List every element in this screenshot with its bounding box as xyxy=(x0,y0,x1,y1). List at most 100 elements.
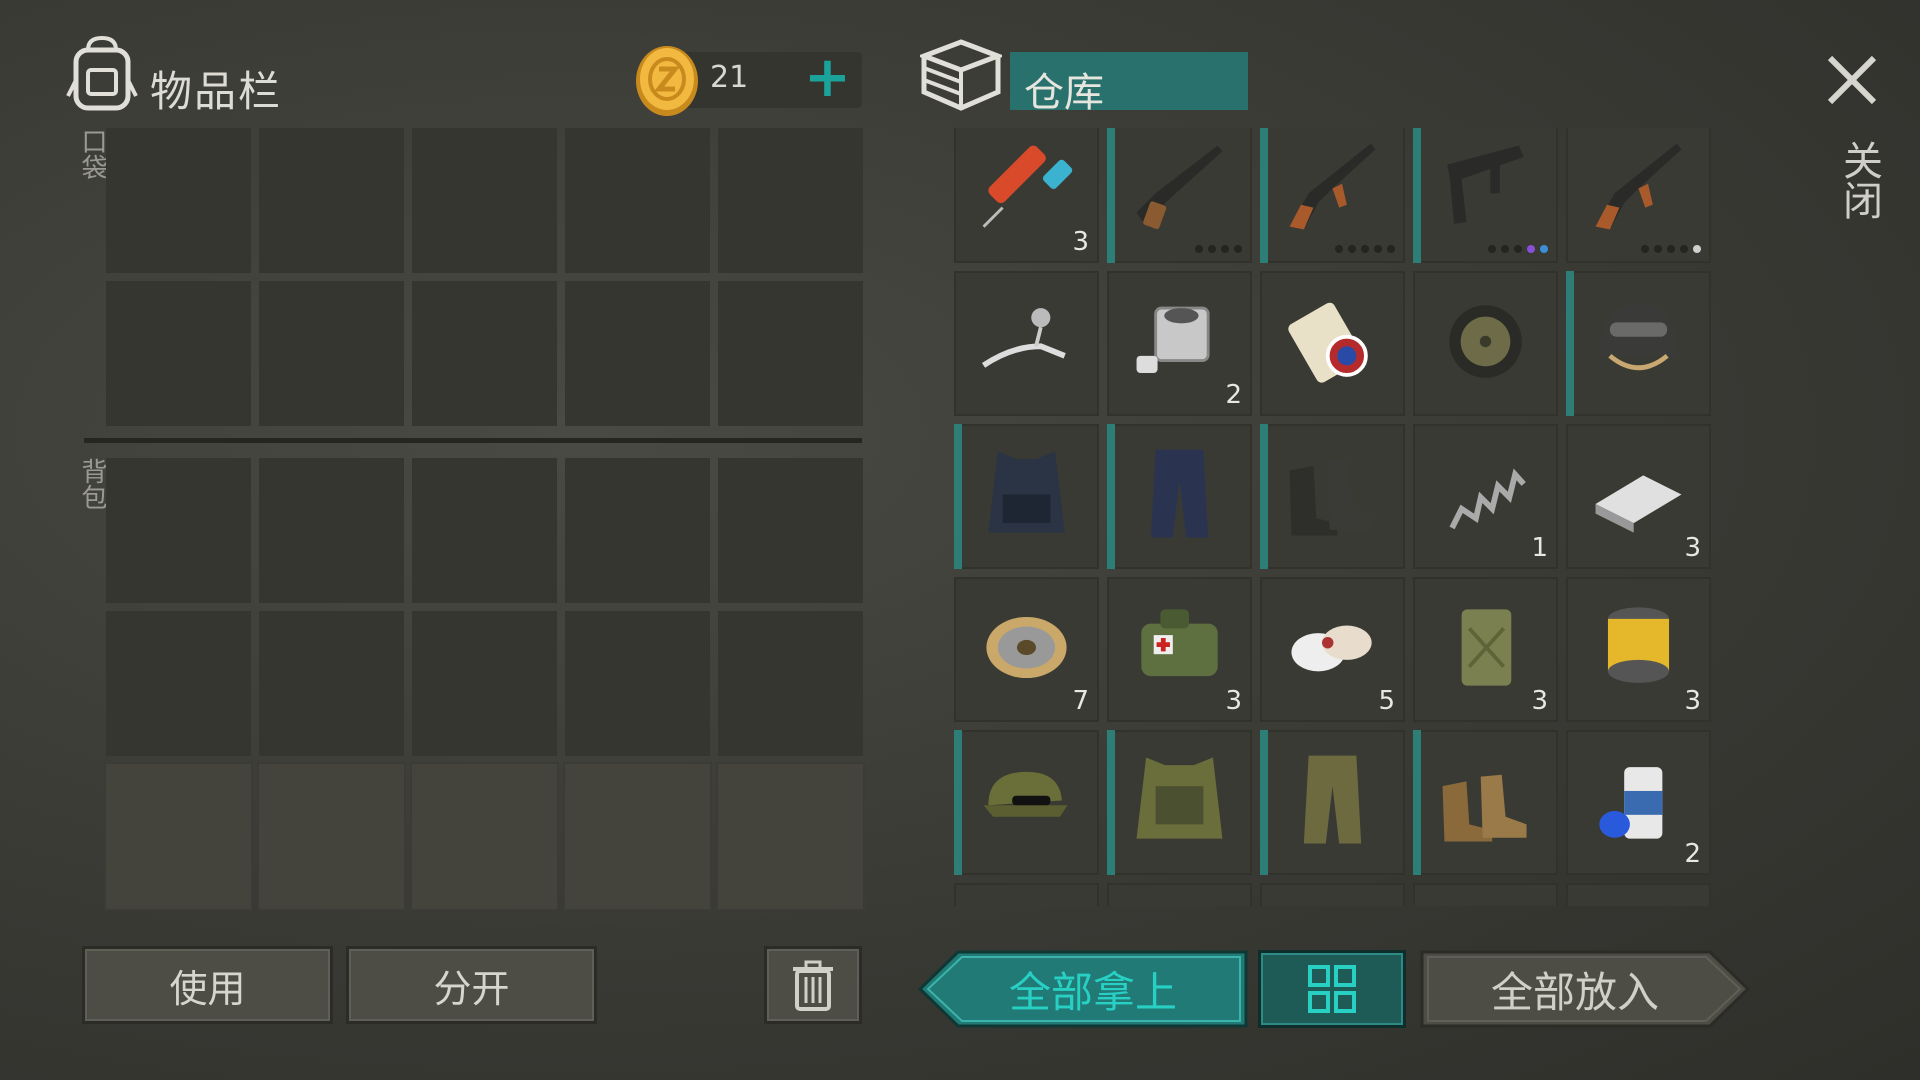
mod-slot-dot xyxy=(1488,245,1496,253)
pocket-slot[interactable] xyxy=(259,128,404,273)
item-count: 3 xyxy=(1531,686,1548,716)
item-count: 5 xyxy=(1378,686,1395,716)
backpack-slot[interactable] xyxy=(106,611,251,756)
backpack-slot[interactable] xyxy=(718,611,863,756)
pocket-slot[interactable] xyxy=(718,281,863,426)
storage-slot-syringe[interactable]: 3 xyxy=(954,128,1099,263)
trash-button[interactable] xyxy=(764,946,862,1024)
split-button[interactable]: 分开 xyxy=(346,946,597,1024)
mod-slot-dot xyxy=(1693,245,1701,253)
storage-slot-police-pants[interactable] xyxy=(1107,424,1252,569)
syringe-icon xyxy=(982,145,1073,228)
take-all-label: 全部拿上 xyxy=(1008,967,1177,1017)
storage-slot-wheel[interactable] xyxy=(1413,271,1558,416)
backpack-icon xyxy=(66,36,138,111)
storage-slot-handlebar[interactable] xyxy=(954,271,1099,416)
backpack-slot[interactable] xyxy=(565,458,710,603)
storage-slot-spring[interactable]: 1 xyxy=(1413,424,1558,569)
storage-slot-package[interactable] xyxy=(1107,883,1252,906)
put-all-button[interactable]: 全部放入 xyxy=(1420,950,1750,1028)
pocket-slot[interactable] xyxy=(412,128,557,273)
storage-slot-jerrycan[interactable]: 3 xyxy=(1413,577,1558,722)
item-count: 3 xyxy=(1225,686,1242,716)
nails-icon xyxy=(974,901,1079,906)
mod-slot-dot xyxy=(1514,245,1522,253)
storage-slot-spray[interactable] xyxy=(1260,883,1405,906)
storage-slot-bandage[interactable]: 5 xyxy=(1260,577,1405,722)
handlebar-icon xyxy=(981,308,1066,368)
backpack-slot[interactable] xyxy=(412,458,557,603)
close-label[interactable]: 关闭 xyxy=(1830,140,1888,220)
item-count: 3 xyxy=(1684,533,1701,563)
mod-slot-dots xyxy=(1488,245,1548,253)
storage-slot-smg[interactable] xyxy=(1413,128,1558,263)
pocket-grid xyxy=(106,128,863,426)
backpack-slot[interactable] xyxy=(259,458,404,603)
rifle-icon xyxy=(1289,143,1376,230)
bar-icon xyxy=(1595,475,1682,533)
pants-icon xyxy=(1150,449,1209,538)
pocket-slot[interactable] xyxy=(718,128,863,273)
mod-slot-dot xyxy=(1501,245,1509,253)
backpack-slot-locked xyxy=(563,762,712,911)
backpack-slot[interactable] xyxy=(106,458,251,603)
take-all-button[interactable]: 全部拿上 xyxy=(918,950,1248,1028)
storage-slot-helmet[interactable] xyxy=(1566,271,1711,416)
mod-slot-dot xyxy=(1654,245,1662,253)
backpack-slot[interactable] xyxy=(565,611,710,756)
storage-slot-camo-vest[interactable] xyxy=(1107,730,1252,875)
backpack-slot[interactable] xyxy=(412,611,557,756)
item-count: 1 xyxy=(1531,533,1548,563)
item-count: 3 xyxy=(1684,686,1701,716)
jerrycan-icon xyxy=(1461,609,1512,686)
camo-vest-icon xyxy=(1136,757,1223,839)
mod-slot-dot xyxy=(1348,245,1356,253)
sort-grid-button[interactable] xyxy=(1258,950,1406,1028)
pocket-slot[interactable] xyxy=(565,128,710,273)
divider xyxy=(84,438,862,443)
spring-icon xyxy=(1449,468,1526,530)
storage-slot-blueprints[interactable] xyxy=(1566,883,1711,906)
crate-icon xyxy=(920,39,1002,111)
storage-slot-boots[interactable] xyxy=(1260,424,1405,569)
cap-icon xyxy=(983,771,1068,817)
pocket-slot[interactable] xyxy=(259,281,404,426)
storage-slot-paint-can[interactable]: 2 xyxy=(1566,730,1711,875)
pocket-slot[interactable] xyxy=(412,281,557,426)
storage-slot-wire-spool[interactable]: 7 xyxy=(954,577,1099,722)
mod-slot-dots xyxy=(1641,245,1701,253)
use-button[interactable]: 使用 xyxy=(82,946,333,1024)
pocket-slot[interactable] xyxy=(106,281,251,426)
storage-slot-magazine[interactable] xyxy=(1260,271,1405,416)
item-count: 2 xyxy=(1684,839,1701,869)
cylinder-icon xyxy=(1136,306,1210,373)
storage-slot-shotgun[interactable] xyxy=(1107,128,1252,263)
storage-slot-medkit[interactable]: 3 xyxy=(1107,577,1252,722)
mod-slot-dot xyxy=(1374,245,1382,253)
spool-icon xyxy=(986,616,1067,679)
backpack-grid xyxy=(104,458,865,911)
storage-slot-desert-boots[interactable] xyxy=(1413,730,1558,875)
storage-slot-nails[interactable] xyxy=(954,883,1099,906)
mod-slot-dots xyxy=(1195,245,1242,253)
backpack-slot[interactable] xyxy=(259,611,404,756)
pocket-slot[interactable] xyxy=(106,128,251,273)
backpack-slot-locked xyxy=(257,762,406,911)
storage-slot-ak-rifle-2[interactable] xyxy=(1566,128,1711,263)
storage-slot-engine-cylinder[interactable]: 2 xyxy=(1107,271,1252,416)
mod-slot-dot xyxy=(1641,245,1649,253)
storage-slot-ak-rifle[interactable] xyxy=(1260,128,1405,263)
coin-count: 21 xyxy=(710,60,749,95)
magazine-icon xyxy=(1288,302,1368,383)
storage-slot-camo-pants[interactable] xyxy=(1260,730,1405,875)
add-coins-button[interactable]: + xyxy=(804,50,851,106)
pocket-slot[interactable] xyxy=(565,281,710,426)
storage-slot-camo-cap[interactable] xyxy=(954,730,1099,875)
backpack-slot[interactable] xyxy=(718,458,863,603)
storage-slot-air-filter[interactable]: 3 xyxy=(1566,577,1711,722)
item-count: 2 xyxy=(1225,380,1242,410)
close-icon[interactable] xyxy=(1826,54,1878,106)
storage-slot-police-vest[interactable] xyxy=(954,424,1099,569)
storage-slot-metal-bar[interactable]: 3 xyxy=(1566,424,1711,569)
storage-slot-battery[interactable] xyxy=(1413,883,1558,906)
